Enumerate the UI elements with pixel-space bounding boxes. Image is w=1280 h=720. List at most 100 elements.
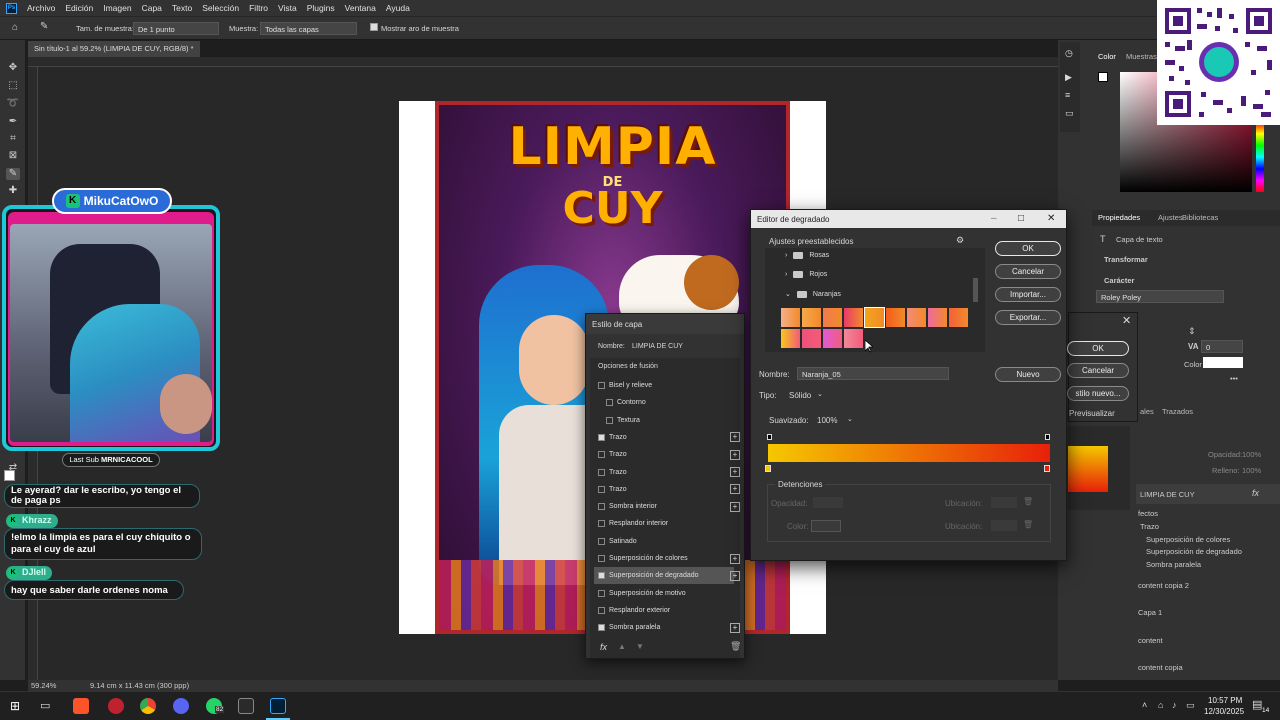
move-tool-icon[interactable]: ✥: [6, 62, 20, 74]
layer-style-item[interactable]: Bisel y relieve: [594, 377, 734, 394]
presets-scrollbar[interactable]: [973, 278, 978, 302]
tab-bibliotecas[interactable]: Bibliotecas: [1178, 211, 1222, 225]
menu-edicion[interactable]: Edición: [65, 3, 93, 13]
effect-item[interactable]: Sombra paralela: [1146, 560, 1201, 569]
sample-size-select[interactable]: De 1 punto: [133, 22, 219, 35]
add-style-icon[interactable]: +: [730, 432, 740, 443]
gradient-preset-swatch[interactable]: [864, 307, 885, 328]
chevron-down-icon[interactable]: ⌄: [847, 415, 853, 423]
zoom-level[interactable]: 59.24%: [31, 681, 56, 690]
location-field[interactable]: [991, 497, 1017, 508]
gradient-name-field[interactable]: Naranja_05: [797, 367, 949, 380]
type-select[interactable]: Sólido: [789, 391, 811, 400]
app-icon[interactable]: [108, 698, 124, 714]
photoshop-taskbar-icon[interactable]: [270, 698, 286, 714]
layer-name[interactable]: LIMPIA DE CUY: [1140, 490, 1195, 499]
style-checkbox[interactable]: [606, 399, 613, 407]
layer-style-item[interactable]: Superposición de degradado +: [594, 567, 740, 585]
document-tab[interactable]: Sin título-1 al 59.2% (LIMPIA DE CUY, RG…: [28, 41, 200, 57]
style-checkbox[interactable]: [598, 555, 605, 562]
close-icon[interactable]: ✕: [1047, 213, 1055, 224]
add-style-icon[interactable]: +: [730, 570, 740, 581]
add-style-icon[interactable]: +: [730, 553, 740, 564]
gradient-bar[interactable]: [768, 444, 1050, 462]
color-stop-left[interactable]: [765, 465, 771, 472]
gradient-preset-swatch[interactable]: [886, 308, 905, 327]
clock-date[interactable]: 12/30/2025: [1204, 707, 1244, 716]
text-color-swatch[interactable]: [1203, 357, 1243, 368]
color-stop-right[interactable]: [1044, 465, 1050, 472]
preset-folder-rosas[interactable]: › Rosas: [785, 252, 829, 259]
preset-folder-rojos[interactable]: › Rojos: [785, 271, 827, 278]
minimize-icon[interactable]: –: [991, 213, 997, 224]
frame-tool-icon[interactable]: ⊠: [6, 150, 20, 162]
menu-filtro[interactable]: Filtro: [249, 3, 268, 13]
style-checkbox[interactable]: [598, 485, 605, 493]
show-ring-checkbox[interactable]: [370, 23, 378, 31]
layer-style-item[interactable]: Trazo +: [594, 481, 740, 498]
delete-icon[interactable]: 🗑: [1023, 497, 1033, 506]
crop-tool-icon[interactable]: ⌗: [6, 133, 20, 145]
style-checkbox[interactable]: [598, 606, 605, 614]
tracking-field[interactable]: 0: [1201, 340, 1243, 353]
move-down-icon[interactable]: ▼: [636, 642, 644, 651]
preview-label[interactable]: Previsualizar: [1069, 409, 1115, 418]
maximize-icon[interactable]: □: [1018, 213, 1024, 224]
style-checkbox[interactable]: [598, 572, 605, 580]
more-options-icon[interactable]: •••: [1230, 374, 1238, 383]
quick-select-tool-icon[interactable]: ✒: [6, 116, 20, 128]
eyedropper-icon[interactable]: ✎: [40, 21, 48, 32]
gradient-preset-swatch[interactable]: [802, 329, 821, 348]
menu-imagen[interactable]: Imagen: [103, 3, 131, 13]
layer-style-item[interactable]: Resplandor exterior: [594, 602, 734, 619]
style-checkbox[interactable]: [598, 468, 605, 476]
new-style-button[interactable]: stilo nuevo...: [1067, 386, 1129, 401]
opacity-value[interactable]: 100%: [1242, 450, 1261, 459]
layer-style-item[interactable]: Sombra interior +: [594, 498, 740, 515]
opacity-field[interactable]: [813, 497, 843, 508]
task-view-icon[interactable]: ▭: [40, 699, 50, 712]
style-checkbox[interactable]: [598, 503, 605, 511]
opacity-stop-left[interactable]: [767, 434, 772, 440]
gradient-preset-swatch[interactable]: [781, 308, 800, 327]
home-icon[interactable]: ⌂: [12, 22, 18, 33]
battery-icon[interactable]: ▭: [1186, 700, 1195, 711]
sample-select[interactable]: Todas las capas: [260, 22, 357, 35]
history-icon[interactable]: ◷: [1065, 48, 1073, 59]
gradient-preset-swatch[interactable]: [823, 329, 842, 348]
preset-folder-naranjas[interactable]: ⌄ Naranjas: [785, 290, 841, 298]
style-checkbox[interactable]: [598, 589, 605, 597]
effect-item[interactable]: Superposición de degradado: [1146, 547, 1242, 556]
adjust-icon[interactable]: ≡: [1065, 90, 1070, 100]
color-field[interactable]: [811, 520, 841, 532]
tray-chevron-icon[interactable]: ˄: [1142, 700, 1147, 710]
fx-icon[interactable]: fx: [1252, 488, 1259, 498]
delete-icon[interactable]: 🗑: [1023, 520, 1033, 529]
layer-row[interactable]: Capa 1: [1138, 608, 1162, 617]
fill-value[interactable]: 100%: [1242, 466, 1261, 475]
import-button[interactable]: Importar...: [995, 287, 1061, 302]
play-icon[interactable]: ▶: [1065, 72, 1072, 83]
lasso-tool-icon[interactable]: ➰: [6, 98, 20, 110]
healing-tool-icon[interactable]: ✚: [6, 185, 20, 197]
menu-seleccion[interactable]: Selección: [202, 3, 239, 13]
tab-muestras[interactable]: Muestras: [1122, 50, 1161, 64]
style-checkbox[interactable]: [598, 520, 605, 528]
menu-ayuda[interactable]: Ayuda: [386, 3, 410, 13]
style-checkbox[interactable]: [598, 433, 605, 441]
layer-style-item[interactable]: Contorno: [594, 394, 734, 411]
cancel-button[interactable]: Cancelar: [995, 264, 1061, 279]
tab-canales[interactable]: ales: [1136, 405, 1158, 419]
layer-style-item[interactable]: Superposición de motivo: [594, 585, 734, 602]
gradient-preset-swatch[interactable]: [802, 308, 821, 327]
trash-icon[interactable]: 🗑: [730, 641, 741, 652]
gradient-preset-swatch[interactable]: [844, 329, 863, 348]
hue-slider[interactable]: [1256, 122, 1264, 192]
layer-style-item[interactable]: Resplandor interior: [594, 515, 734, 532]
style-checkbox[interactable]: [598, 537, 605, 545]
comment-icon[interactable]: ▭: [1065, 108, 1074, 119]
photoshop-logo-icon[interactable]: Ps: [6, 2, 17, 14]
eyedropper-tool-icon[interactable]: ✎: [6, 168, 20, 180]
tab-trazados[interactable]: Trazados: [1158, 405, 1197, 419]
cancel-button[interactable]: Cancelar: [1067, 363, 1129, 378]
